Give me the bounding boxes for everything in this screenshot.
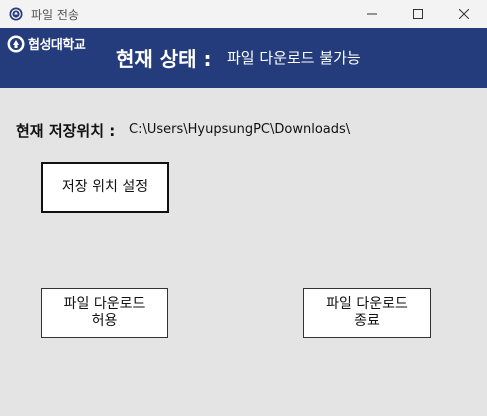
close-button[interactable]: [441, 0, 487, 28]
university-logo: 협성대학교: [7, 34, 86, 53]
window-title: 파일 전송: [31, 8, 79, 22]
maximize-icon: [413, 9, 423, 19]
save-path-value: C:\Users\HyupsungPC\Downloads\: [129, 122, 351, 137]
allow-download-label-line1: 파일 다운로드: [63, 295, 146, 312]
close-icon: [459, 9, 469, 19]
allow-download-button[interactable]: 파일 다운로드 허용: [41, 288, 168, 338]
app-icon: [9, 7, 23, 21]
logo-text: 협성대학교: [28, 38, 86, 53]
stop-download-button[interactable]: 파일 다운로드 종료: [303, 288, 431, 338]
minimize-icon: [367, 13, 377, 15]
status-header: 협성대학교 현재 상태 : 파일 다운로드 불가능: [0, 28, 487, 88]
minimize-button[interactable]: [349, 0, 395, 28]
window-titlebar: 파일 전송: [0, 0, 487, 28]
university-emblem-icon: [7, 35, 25, 52]
status-label: 현재 상태 :: [116, 47, 212, 71]
set-save-path-label: 저장 위치 설정: [61, 178, 149, 195]
status-value: 파일 다운로드 불가능: [227, 49, 361, 67]
set-save-path-button[interactable]: 저장 위치 설정: [41, 162, 169, 213]
allow-download-label-line2: 허용: [91, 313, 118, 329]
stop-download-label-line2: 종료: [354, 313, 380, 329]
stop-download-label-line1: 파일 다운로드: [326, 295, 408, 312]
save-path-label: 현재 저장위치 :: [16, 122, 116, 140]
maximize-button[interactable]: [395, 0, 441, 28]
